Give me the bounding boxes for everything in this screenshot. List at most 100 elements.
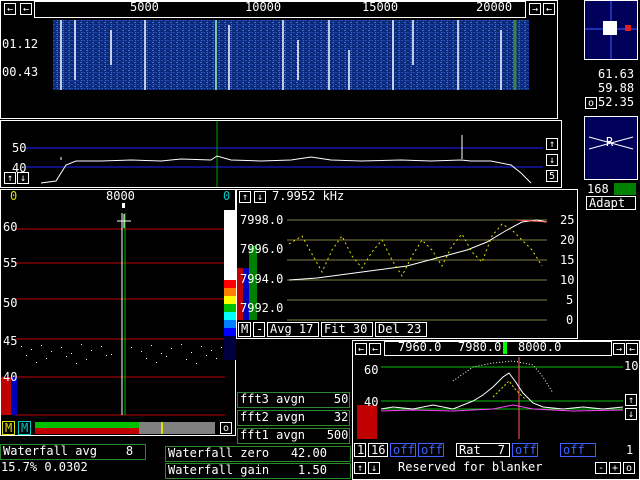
afc-y-7998: 7998.0	[240, 213, 284, 227]
afc-m-button[interactable]: M	[238, 322, 251, 337]
baseband-o-button[interactable]: o	[220, 422, 232, 434]
color-scale-bar	[224, 210, 236, 360]
hires-right-one: 1	[626, 443, 634, 457]
arrow-down-icon: ↓	[19, 173, 27, 184]
hires-minus-button[interactable]: -	[595, 462, 607, 474]
afc-y-7996: 7996.0	[240, 242, 284, 256]
spectrum-level-50: 50	[12, 141, 27, 155]
baseband-y-55: 55	[3, 256, 18, 270]
afc-frequency: 7.9952 kHz	[272, 189, 345, 203]
hires-right-button[interactable]: →	[613, 343, 625, 355]
afc-y-7994: 7994.0	[240, 272, 284, 286]
arrow-up-icon: ↑	[6, 173, 14, 184]
arrow-up-icon: ↑	[241, 192, 249, 203]
afc-down-button[interactable]: ↓	[254, 191, 266, 203]
waterfall-avg-field[interactable]: Waterfall avg 8	[0, 444, 146, 460]
hires-off1-button[interactable]: off	[390, 443, 416, 457]
arrow-up-icon: ↑	[548, 139, 556, 150]
hires-left-button[interactable]: ←	[355, 343, 367, 355]
mini-panel-bar	[614, 183, 636, 195]
baseband-right-zero: 0	[223, 189, 231, 203]
arrow-down-icon: ↓	[548, 155, 556, 166]
afc-y-7992: 7992.0	[240, 301, 284, 315]
hires-off2-button[interactable]: off	[418, 443, 444, 457]
hires-y-10: 10	[624, 359, 639, 373]
hires-bottom-up-button[interactable]: ↑	[354, 462, 366, 474]
spectrum-right-down-button[interactable]: ↓	[546, 154, 558, 166]
hires-plus-button[interactable]: +	[609, 462, 621, 474]
baseband-y-60: 60	[3, 220, 18, 234]
hires-left2-button[interactable]: ←	[369, 343, 381, 355]
spectrum-right-number[interactable]: 5	[546, 170, 558, 182]
hires-graph	[357, 357, 624, 439]
readout-value-2: 59.88	[598, 81, 635, 95]
baseband-m1-button[interactable]: M	[2, 421, 15, 435]
hires-off3-button[interactable]: off	[512, 443, 538, 457]
waterfall-display	[53, 20, 529, 90]
arrow-up-icon: ↑	[627, 395, 635, 406]
afc-minus-button[interactable]: -	[253, 322, 265, 337]
arrow-down-icon: ↓	[256, 192, 264, 203]
spectrum-down-button[interactable]: ↓	[17, 172, 29, 184]
baseband-level-marker	[161, 422, 163, 434]
waterfall-gain-field[interactable]: Waterfall gain 1.50	[165, 463, 351, 479]
afc-r-25: 25	[560, 213, 575, 227]
hires-rat-field[interactable]: Rat 7	[456, 443, 510, 457]
mini-panel-label: R	[606, 135, 614, 149]
baseband-y-40: 40	[3, 370, 18, 384]
hires-tick-7980: 7980.0	[458, 340, 502, 354]
afc-up-button[interactable]: ↑	[239, 191, 251, 203]
spectrum-right-up-button[interactable]: ↑	[546, 138, 558, 150]
linrad-window: ← ← 5000 10000 15000 20000 → ← 01.12 00.…	[0, 0, 640, 480]
spectrum-up-button[interactable]: ↑	[4, 172, 16, 184]
baseband-m2-button[interactable]: M	[18, 421, 31, 435]
waterfall-level-2: 00.43	[2, 65, 39, 79]
hires-num1-field[interactable]: 1	[354, 443, 366, 457]
fft3-avgn-field[interactable]: fft3 avgn 50	[237, 392, 350, 408]
baseband-y-45: 45	[3, 334, 18, 348]
afc-r-20: 20	[560, 233, 575, 247]
hires-down-button[interactable]: ↓	[625, 408, 637, 420]
waterfall-level-1: 01.12	[2, 37, 39, 51]
hires-o-button[interactable]: o	[623, 462, 635, 474]
readout-o-button[interactable]: o	[585, 97, 597, 109]
waterfall-zero-field[interactable]: Waterfall zero 42.00	[165, 446, 351, 462]
afc-avg-field[interactable]: Avg 17	[267, 322, 319, 337]
hires-ruler-marker	[503, 342, 507, 354]
hires-left3-button[interactable]: ←	[626, 343, 638, 355]
hires-y-60: 60	[364, 363, 379, 377]
adapt-button[interactable]: Adapt	[586, 196, 636, 210]
hires-tick-7960: 7960.0	[398, 340, 442, 354]
hires-tick-8000: 8000.0	[518, 340, 562, 354]
arrow-down-icon: ↓	[370, 463, 378, 474]
afc-r-0: 0	[566, 313, 574, 327]
afc-graph	[237, 219, 548, 321]
hires-num16-field[interactable]: 16	[368, 443, 388, 457]
afc-r-15: 15	[560, 253, 575, 267]
arrow-left-icon: ←	[628, 344, 636, 355]
baseband-center-frequency: 8000	[106, 189, 135, 203]
arrow-left-icon: ←	[357, 344, 365, 355]
afc-r-5: 5	[566, 293, 574, 307]
fft2-avgn-field[interactable]: fft2 avgn 32	[237, 410, 350, 426]
readout-value-3: 52.35	[598, 95, 635, 109]
mini-panel-number: 168	[587, 182, 609, 196]
afc-fit-field[interactable]: Fit 30	[321, 322, 373, 337]
pol-display-graph	[585, 1, 637, 59]
arrow-down-icon: ↓	[627, 409, 635, 420]
hires-bottom-down-button[interactable]: ↓	[368, 462, 380, 474]
baseband-y-50: 50	[3, 296, 18, 310]
hires-up-button[interactable]: ↑	[625, 394, 637, 406]
baseband-level-fill-red	[35, 428, 139, 434]
hires-y-40: 40	[364, 395, 379, 409]
arrow-right-icon: →	[615, 344, 623, 355]
arrow-left-icon: ←	[371, 344, 379, 355]
status-readout: 15.7% 0.0302	[1, 460, 88, 474]
readout-value-1: 61.63	[598, 67, 635, 81]
arrow-up-icon: ↑	[356, 463, 364, 474]
fft1-avgn-field[interactable]: fft1 avgn 500	[237, 428, 350, 444]
wide-spectrum-graph	[26, 121, 543, 187]
baseband-left-zero: 0	[10, 189, 18, 203]
afc-del-field[interactable]: Del 23	[375, 322, 427, 337]
hires-off4-button[interactable]: off	[560, 443, 596, 457]
